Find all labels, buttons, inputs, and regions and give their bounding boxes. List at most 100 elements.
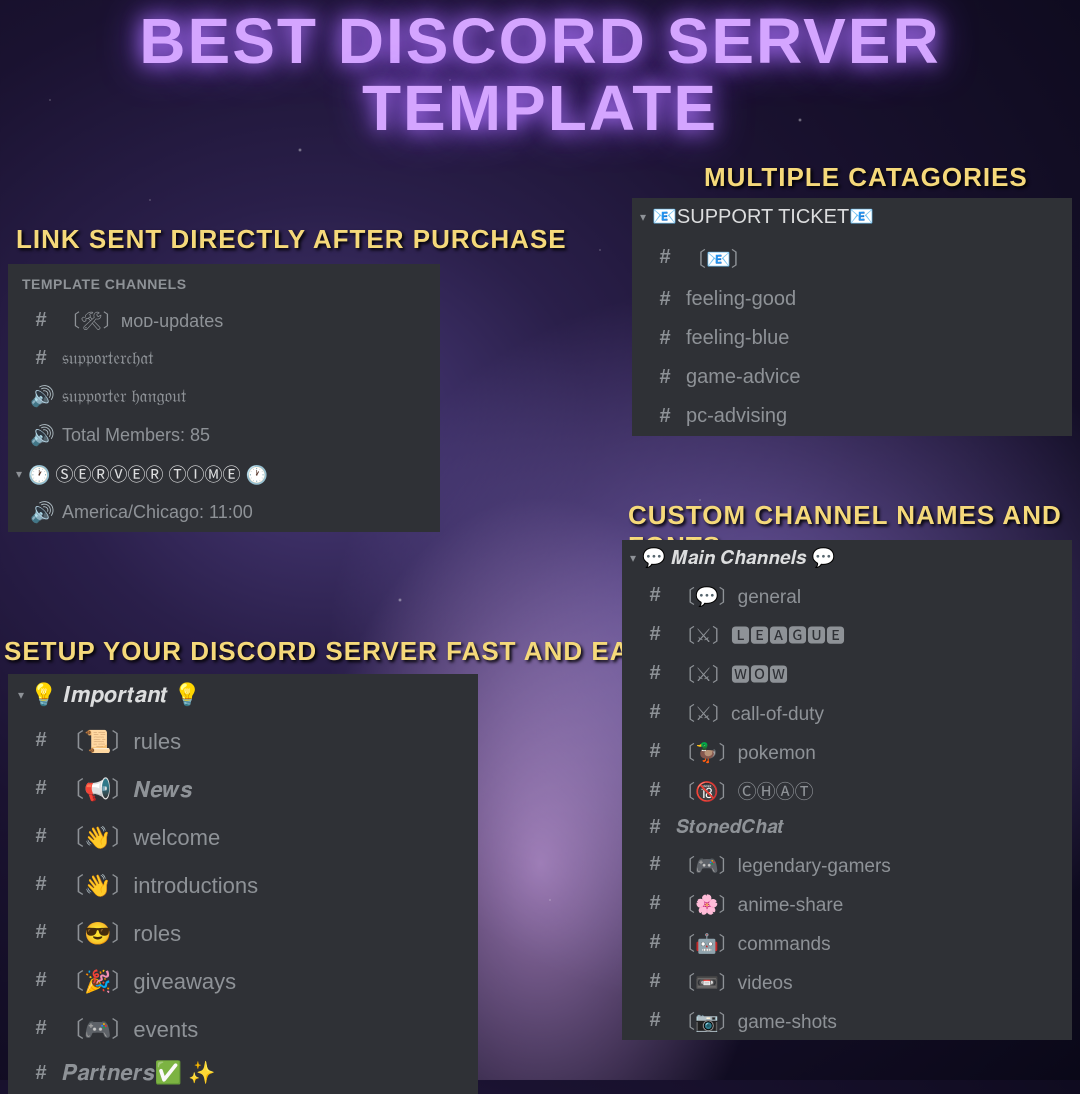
channel-giveaways[interactable]: #〔🎉〕giveaways [8,956,478,1004]
hash-icon: # [30,777,52,800]
channel-label: 〔🤖〕commands [676,929,831,956]
hash-icon: # [654,288,676,311]
channel-legendary-gamers[interactable]: # 〔🎮〕legendary-gamers [622,845,1072,884]
category-label: 💡 𝑰𝒎𝒑𝒐𝒓𝒕𝒂𝒏𝒕 💡 [30,682,201,708]
channel-label: 𝔰𝔲𝔭𝔭𝔬𝔯𝔱𝔢𝔯 𝔥𝔞𝔫𝔤𝔬𝔲𝔱 [62,386,186,407]
hash-icon: # [30,347,52,370]
channel-partners[interactable]: # 𝑷𝒂𝒓𝒕𝒏𝒆𝒓𝒔✅ ✨ [8,1052,478,1094]
panel-header: TEMPLATE CHANNELS [8,264,440,300]
hash-icon: # [644,701,666,724]
channel-mod-updates[interactable]: # 〔🛠〕ᴍᴏᴅ-updates [8,300,440,340]
hash-icon: # [30,729,52,752]
hash-icon: # [30,825,52,848]
hash-icon: # [644,740,666,763]
channel-label: 〔📷〕game-shots [676,1007,837,1034]
main-title: BEST DISCORD SERVER TEMPLATE [0,8,1080,142]
category-important[interactable]: ▾ 💡 𝑰𝒎𝒑𝒐𝒓𝒕𝒂𝒏𝒕 💡 [8,674,478,716]
speaker-icon: 🔊 [30,384,52,409]
hash-icon: # [654,405,676,428]
channel-label: game-advice [686,366,801,389]
channel-supporter-hangout[interactable]: 🔊 𝔰𝔲𝔭𝔭𝔬𝔯𝔱𝔢𝔯 𝔥𝔞𝔫𝔤𝔬𝔲𝔱 [8,377,440,416]
caption-link-sent: LINK SENT DIRECTLY AFTER PURCHASE [16,224,567,255]
category-label: 📧SUPPORT TICKET📧 [652,204,874,229]
channel-label: 〔💬〕general [676,582,801,609]
channel-label: 〔📼〕videos [676,968,793,995]
hash-icon: # [644,623,666,646]
channel-general[interactable]: # 〔💬〕general [622,576,1072,615]
channel-call-of-duty[interactable]: # 〔⚔〕call-of-duty [622,693,1072,732]
channel-wow[interactable]: # 〔⚔〕🆆🅾🆆 [622,654,1072,693]
panel-template-channels: TEMPLATE CHANNELS # 〔🛠〕ᴍᴏᴅ-updates # 𝔰𝔲𝔭… [8,264,440,532]
channel-label: 〔🎮〕events [62,1012,198,1044]
channel-introductions[interactable]: # 〔👋〕introductions [8,860,478,908]
channel-label: 〔🦆〕pokemon [676,738,816,765]
channel-pc-advising[interactable]: #pc-advising [632,397,1072,436]
hash-icon: # [654,327,676,350]
category-server-time[interactable]: ▾ 🕐 ⓈⒺⓇⓋⒺⓇ ⓉⒾⓂⒺ 🕐 [8,455,440,493]
chevron-down-icon: ▾ [16,467,22,481]
channel-label: Total Members: 85 [62,425,210,446]
channel-label: 〔📧〕 [686,243,751,272]
channel-label: 〔👋〕welcome [62,820,220,852]
channel-label: 𝑷𝒂𝒓𝒕𝒏𝒆𝒓𝒔✅ ✨ [62,1060,216,1086]
channel-game-shots[interactable]: # 〔📷〕game-shots [622,1001,1072,1040]
hash-icon: # [644,892,666,915]
channel-label: America/Chicago: 11:00 [62,502,253,523]
channel-america-chicago[interactable]: 🔊 America/Chicago: 11:00 [8,493,440,532]
channel-feeling-good[interactable]: # feeling-good [632,280,1072,319]
hash-icon: # [644,853,666,876]
hash-icon: # [30,873,52,896]
title-line-2: TEMPLATE [0,75,1080,142]
hash-icon: # [644,970,666,993]
channel-label: 〔👋〕introductions [62,868,258,900]
channel-label: feeling-good [686,288,796,311]
category-support-ticket[interactable]: ▾ 📧SUPPORT TICKET📧 [632,198,1072,235]
hash-icon: # [644,584,666,607]
channel-game-advice[interactable]: #game-advice [632,358,1072,397]
channel-total-members[interactable]: 🔊 Total Members: 85 [8,416,440,455]
channel-label: 〔🔞〕ⒸⒽⒶⓉ [676,777,814,804]
channel-rules[interactable]: # 〔📜〕rules [8,716,478,764]
channel-welcome[interactable]: # 〔👋〕welcome [8,812,478,860]
category-main-channels[interactable]: ▾ 💬 𝑴𝒂𝒊𝒏 𝑪𝒉𝒂𝒏𝒏𝒆𝒍𝒔 💬 [622,540,1072,576]
caption-multiple-categories: MULTIPLE CATAGORIES [704,162,1028,193]
panel-important: ▾ 💡 𝑰𝒎𝒑𝒐𝒓𝒕𝒂𝒏𝒕 💡 # 〔📜〕rules #〔📢〕𝑵𝒆𝒘𝒔 # 〔👋〕w… [8,674,478,1094]
channel-label: 〔🎮〕legendary-gamers [676,851,891,878]
panel-main-channels: ▾ 💬 𝑴𝒂𝒊𝒏 𝑪𝒉𝒂𝒏𝒏𝒆𝒍𝒔 💬 # 〔💬〕general # 〔⚔〕🅻🅴🅰🅶… [622,540,1072,1040]
channel-pokemon[interactable]: # 〔🦆〕pokemon [622,732,1072,771]
hash-icon: # [30,921,52,944]
channel-label: 〔⚔〕call-of-duty [676,699,824,726]
channel-feeling-blue[interactable]: #feeling-blue [632,319,1072,358]
channel-supporterchat[interactable]: # 𝔰𝔲𝔭𝔭𝔬𝔯𝔱𝔢𝔯𝔠𝔥𝔞𝔱 [8,340,440,377]
channel-chat[interactable]: # 〔🔞〕ⒸⒽⒶⓉ [622,771,1072,810]
channel-support-mail[interactable]: # 〔📧〕 [632,235,1072,280]
channel-news[interactable]: #〔📢〕𝑵𝒆𝒘𝒔 [8,764,478,812]
channel-events[interactable]: # 〔🎮〕events [8,1004,478,1052]
channel-label: 〔⚔〕🆆🅾🆆 [676,660,788,687]
category-label: 💬 𝑴𝒂𝒊𝒏 𝑪𝒉𝒂𝒏𝒏𝒆𝒍𝒔 💬 [642,546,835,570]
hash-icon: # [644,1009,666,1032]
channel-label: 〔📜〕rules [62,724,181,756]
channel-label: 𝑺𝒕𝒐𝒏𝒆𝒅𝑪𝒉𝒂𝒕 [676,817,784,839]
hash-icon: # [30,969,52,992]
channel-label: 〔🌸〕anime-share [676,890,843,917]
caption-setup-fast: SETUP YOUR DISCORD SERVER FAST AND EASY [4,636,666,667]
hash-icon: # [654,246,676,269]
channel-stoned-chat[interactable]: # 𝑺𝒕𝒐𝒏𝒆𝒅𝑪𝒉𝒂𝒕 [622,810,1072,845]
hash-icon: # [30,1017,52,1040]
speaker-icon: 🔊 [30,423,52,448]
channel-roles[interactable]: #〔😎〕roles [8,908,478,956]
channel-label: 〔🛠〕ᴍᴏᴅ-updates [62,307,223,333]
channel-anime-share[interactable]: # 〔🌸〕anime-share [622,884,1072,923]
hash-icon: # [644,779,666,802]
channel-label: 〔⚔〕🅻🅴🅰🅶🆄🅴 [676,621,845,648]
hash-icon: # [30,1062,52,1085]
category-label: 🕐 ⓈⒺⓇⓋⒺⓇ ⓉⒾⓂⒺ 🕐 [28,461,268,487]
hash-icon: # [644,662,666,685]
hash-icon: # [30,309,52,332]
channel-league[interactable]: # 〔⚔〕🅻🅴🅰🅶🆄🅴 [622,615,1072,654]
panel-support-ticket: ▾ 📧SUPPORT TICKET📧 # 〔📧〕 # feeling-good #f… [632,198,1072,436]
channel-commands[interactable]: #〔🤖〕commands [622,923,1072,962]
hash-icon: # [644,816,666,839]
channel-videos[interactable]: # 〔📼〕videos [622,962,1072,1001]
